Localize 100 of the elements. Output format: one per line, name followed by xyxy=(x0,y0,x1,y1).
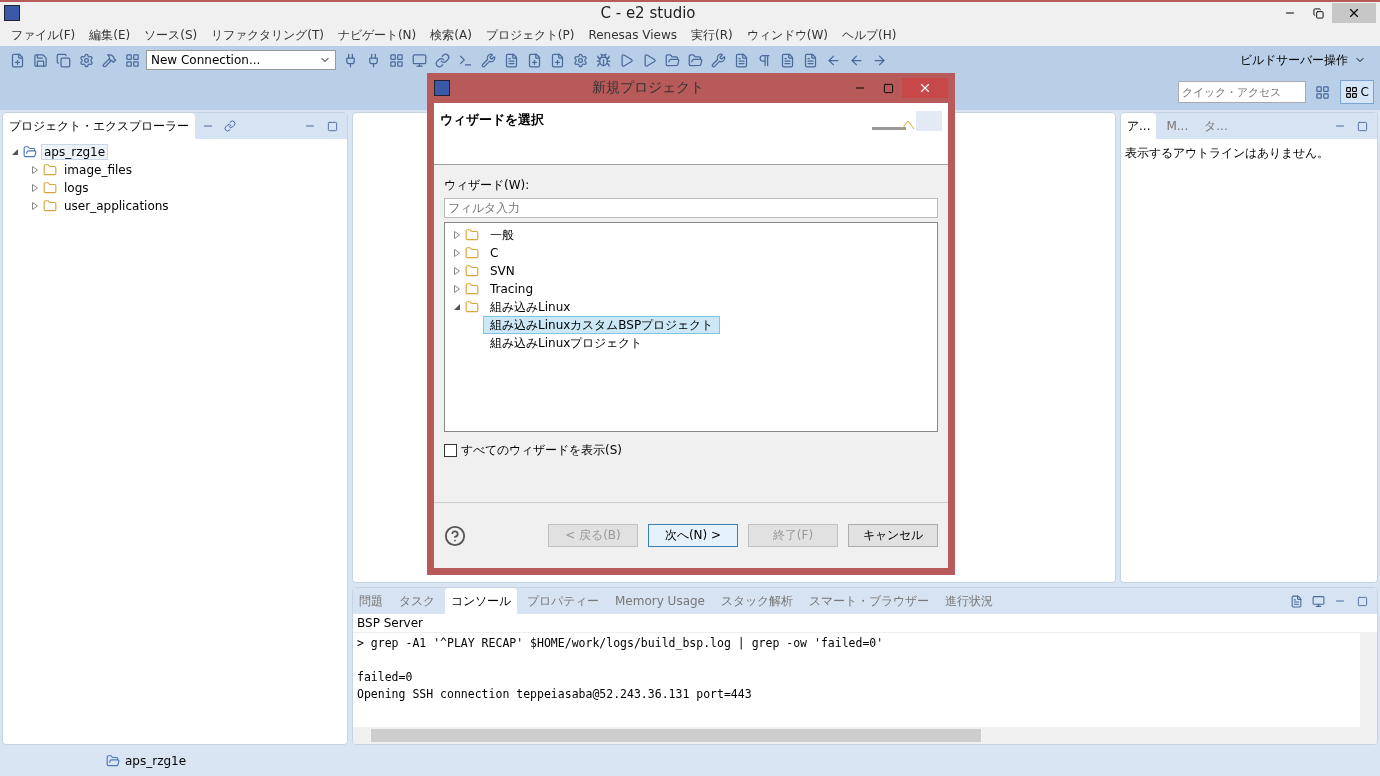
panel-tab[interactable]: コンソール xyxy=(445,588,517,614)
hammer-icon[interactable] xyxy=(101,52,117,68)
collapsed-arrow-icon[interactable] xyxy=(31,166,39,174)
app-logo-icon xyxy=(4,5,20,21)
panel-tab[interactable]: スマート・ブラウザー xyxy=(803,588,935,614)
panel-tab[interactable]: プロジェクト・エクスプローラー xyxy=(3,113,195,139)
checkbox[interactable] xyxy=(444,444,457,457)
right-arrow-icon[interactable] xyxy=(871,52,887,68)
tree-item[interactable]: SVN xyxy=(483,262,522,280)
panel-tab[interactable]: Memory Usage xyxy=(609,588,711,614)
menu-item[interactable]: ナビゲート(N) xyxy=(330,26,424,44)
window-title: C - e2 studio xyxy=(599,4,697,22)
tree-item[interactable]: Tracing xyxy=(483,280,540,298)
open-perspective-icon[interactable] xyxy=(1315,84,1331,100)
menu-item[interactable]: Renesas Views xyxy=(581,28,684,42)
tree-item[interactable]: aps_rzg1e xyxy=(41,144,109,160)
tree-item[interactable]: 組み込みLinuxプロジェクト xyxy=(483,334,650,352)
grid-icon[interactable] xyxy=(388,52,404,68)
menu-item[interactable]: ウィンドウ(W) xyxy=(739,26,835,44)
horizontal-scrollbar[interactable] xyxy=(353,727,1377,744)
copy-icon[interactable] xyxy=(55,52,71,68)
maximize-icon[interactable] xyxy=(882,82,894,94)
panel-tab[interactable]: 進行状況 xyxy=(939,588,999,614)
monitor-icon[interactable] xyxy=(411,52,427,68)
gear-icon[interactable] xyxy=(78,52,94,68)
new-file-icon[interactable] xyxy=(549,52,565,68)
wrench-icon[interactable] xyxy=(480,52,496,68)
build-server-button[interactable]: ビルドサーバー操作 xyxy=(1240,51,1372,69)
grid-icon xyxy=(1344,85,1358,99)
folder-icon xyxy=(465,228,479,242)
left-arrow-icon[interactable] xyxy=(825,52,841,68)
tree-item[interactable]: C xyxy=(483,244,506,262)
collapsed-arrow-icon[interactable] xyxy=(453,231,461,239)
play-icon[interactable] xyxy=(618,52,634,68)
folder-icon xyxy=(465,300,479,314)
menu-item[interactable]: ソース(S) xyxy=(137,26,205,44)
quick-access-field[interactable]: クイック・アクセス xyxy=(1177,81,1306,103)
play-icon[interactable] xyxy=(641,52,657,68)
restore-icon[interactable] xyxy=(1312,7,1324,19)
filter-field[interactable]: フィルタ入力 xyxy=(444,198,938,218)
document-icon[interactable] xyxy=(779,52,795,68)
folder-icon xyxy=(465,246,479,260)
connection-dropdown[interactable]: New Connection... xyxy=(146,50,336,70)
terminal-icon[interactable] xyxy=(457,52,473,68)
link-icon[interactable] xyxy=(434,52,450,68)
panel-tab[interactable]: 問題 xyxy=(353,588,389,614)
maximize-icon[interactable] xyxy=(1356,595,1368,607)
menu-item[interactable]: 実行(R) xyxy=(684,26,740,44)
dialog-button[interactable]: 次へ(N) > xyxy=(648,524,738,547)
new-file-icon[interactable] xyxy=(526,52,542,68)
folder-icon[interactable] xyxy=(687,52,703,68)
menu-item[interactable]: 検索(A) xyxy=(423,26,479,44)
grid-icon[interactable] xyxy=(124,52,140,68)
panel-tab[interactable]: M... xyxy=(1160,113,1195,139)
collapsed-arrow-icon[interactable] xyxy=(31,184,39,192)
vertical-scrollbar[interactable] xyxy=(1360,633,1377,727)
app-logo-icon xyxy=(434,80,450,96)
panel-tab[interactable]: ア... xyxy=(1121,113,1157,139)
tree-item[interactable]: 組み込みLinuxカスタムBSPプロジェクト xyxy=(483,316,721,334)
maximize-icon[interactable] xyxy=(1356,120,1368,132)
menu-item[interactable]: リファクタリング(T) xyxy=(204,26,331,44)
save-icon[interactable] xyxy=(32,52,48,68)
link-icon[interactable] xyxy=(224,120,236,132)
panel-tab[interactable]: タスク xyxy=(393,588,441,614)
help-icon[interactable] xyxy=(444,524,466,547)
left-arrow-icon[interactable] xyxy=(848,52,864,68)
menu-item[interactable]: 編集(E) xyxy=(82,26,138,44)
close-icon[interactable] xyxy=(1347,6,1361,20)
tree-item[interactable]: 組み込みLinux xyxy=(483,298,578,316)
expanded-arrow-icon[interactable] xyxy=(11,148,19,156)
menu-item[interactable]: プロジェクト(P) xyxy=(478,26,582,44)
panel-tab[interactable]: タ... xyxy=(1198,113,1234,139)
folder-icon xyxy=(43,199,57,213)
collapsed-arrow-icon[interactable] xyxy=(453,249,461,257)
bug-icon[interactable] xyxy=(595,52,611,68)
gear-icon[interactable] xyxy=(572,52,588,68)
menu-item[interactable]: ファイル(F) xyxy=(4,26,83,44)
panel-tab[interactable]: プロパティー xyxy=(521,588,605,614)
menu-item[interactable]: ヘルプ(H) xyxy=(834,26,904,44)
panel-tab[interactable]: スタック解析 xyxy=(715,588,799,614)
perspective-button[interactable]: C xyxy=(1339,80,1374,104)
wrench-icon[interactable] xyxy=(710,52,726,68)
monitor-icon[interactable] xyxy=(1311,594,1325,608)
pilcrow-icon[interactable] xyxy=(756,52,772,68)
tree-item[interactable]: 一般 xyxy=(483,226,521,244)
collapsed-arrow-icon[interactable] xyxy=(453,285,461,293)
new-file-icon[interactable] xyxy=(9,52,25,68)
tree-item[interactable]: logs xyxy=(61,180,92,196)
collapsed-arrow-icon[interactable] xyxy=(31,202,39,210)
document-icon[interactable] xyxy=(802,52,818,68)
collapsed-arrow-icon[interactable] xyxy=(453,267,461,275)
document-icon[interactable] xyxy=(733,52,749,68)
document-icon[interactable] xyxy=(503,52,519,68)
tree-item[interactable]: user_applications xyxy=(61,198,172,214)
document-icon[interactable] xyxy=(1289,594,1303,608)
expanded-arrow-icon[interactable] xyxy=(453,303,461,311)
maximize-icon[interactable] xyxy=(326,120,338,132)
folder-icon[interactable] xyxy=(664,52,680,68)
dialog-button[interactable]: キャンセル xyxy=(848,524,938,547)
tree-item[interactable]: image_files xyxy=(61,162,135,178)
